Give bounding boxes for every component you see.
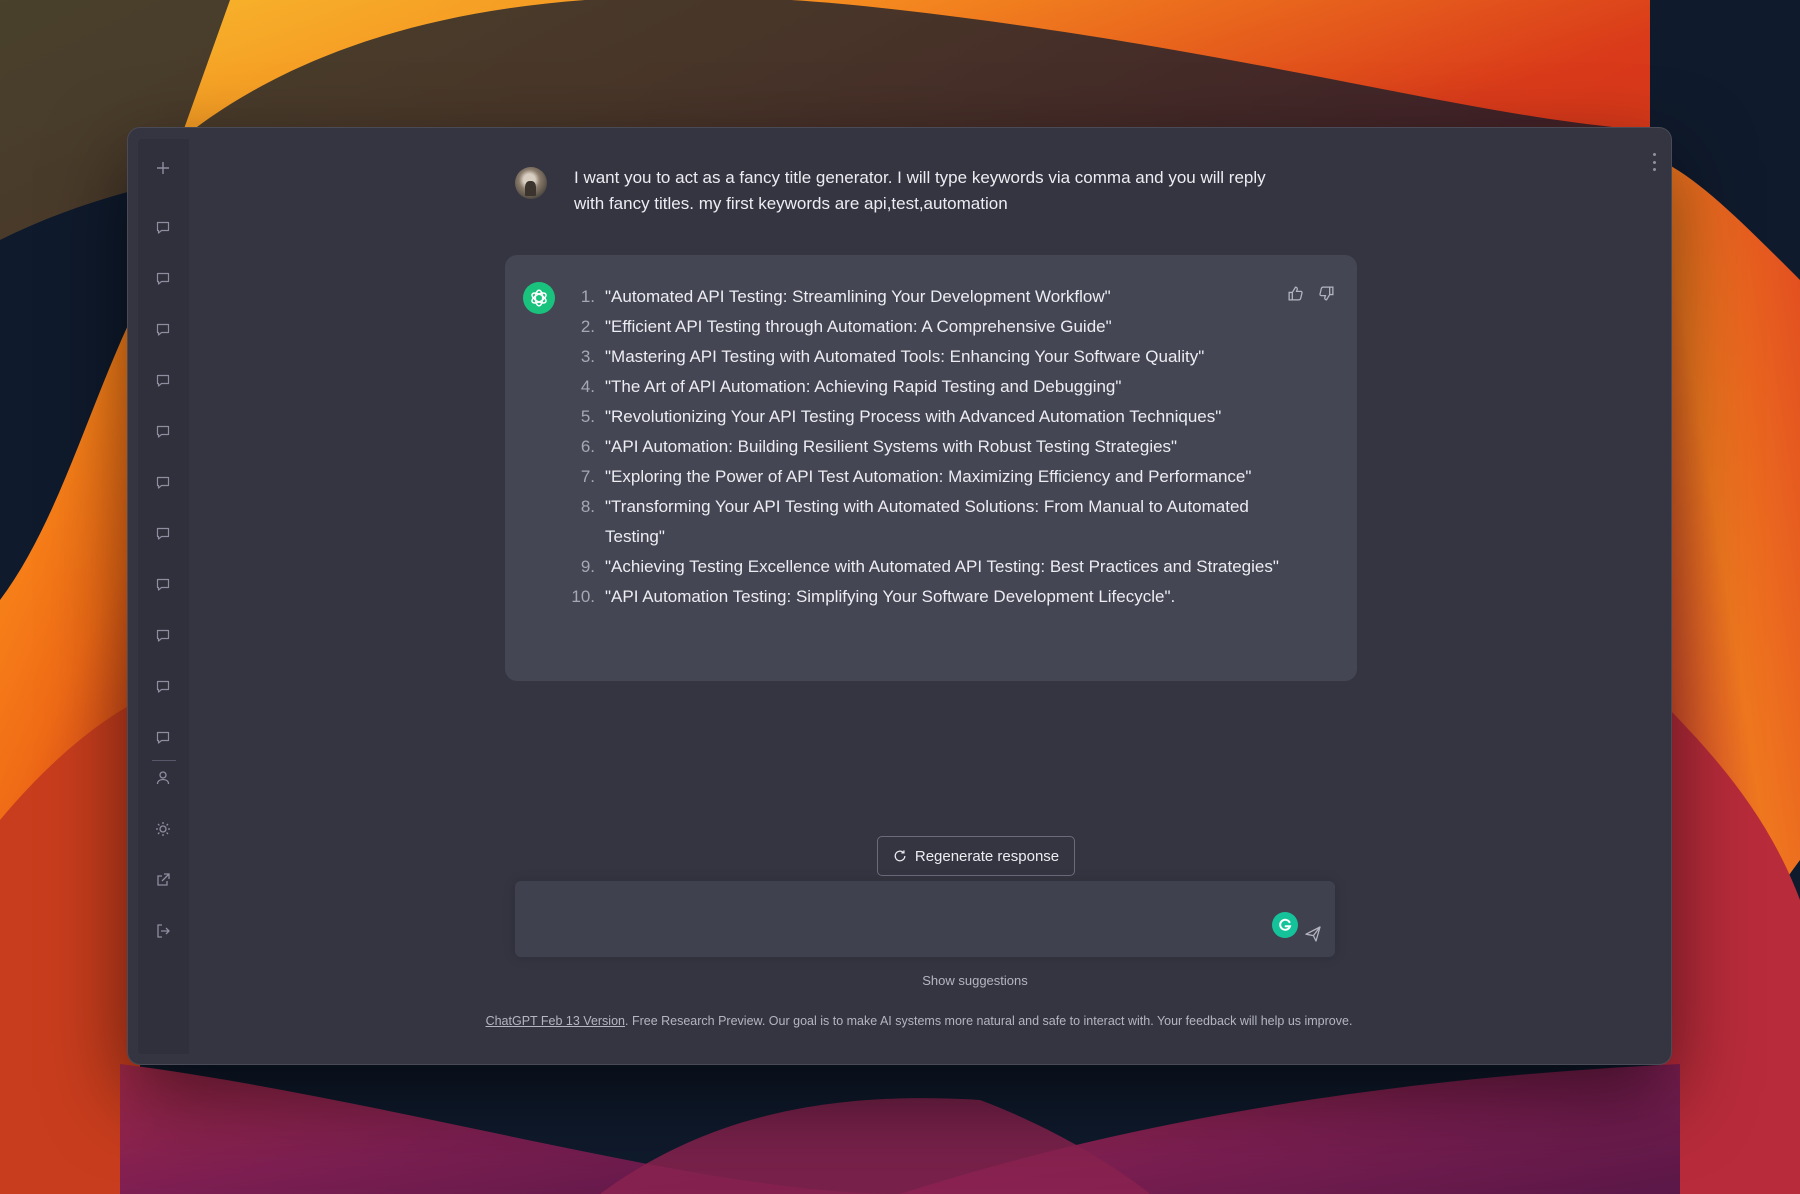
openai-knot-icon: [531, 289, 547, 307]
chatgpt-logo-icon: [523, 282, 555, 314]
chat-area: I want you to act as a fancy title gener…: [189, 139, 1661, 1054]
list-item-text: "API Automation Testing: Simplifying You…: [605, 587, 1176, 606]
refresh-icon: [894, 850, 906, 862]
chat-bubble-icon: [156, 272, 170, 285]
chat-bubble-icon: [156, 629, 170, 642]
list-item-number: 1.: [580, 287, 595, 306]
chat-bubble-icon: [156, 731, 170, 744]
footer-disclaimer: ChatGPT Feb 13 Version. Free Research Pr…: [409, 1014, 1429, 1028]
list-item-text: "Automated API Testing: Streamlining You…: [605, 287, 1111, 306]
list-item-number: 10.: [571, 587, 595, 606]
app-window: I want you to act as a fancy title gener…: [128, 128, 1671, 1064]
sidebar-conversation-10[interactable]: [150, 674, 176, 700]
thumbs-up-icon: [1288, 286, 1303, 301]
avatar: [515, 167, 547, 199]
list-item-number: 9.: [580, 557, 595, 576]
list-item-number: 4.: [580, 377, 595, 396]
list-item: 1. "Automated API Testing: Streamlining Y…: [565, 282, 1285, 312]
user-icon: [156, 771, 170, 785]
sidebar-conversation-5[interactable]: [150, 419, 176, 445]
chat-bubble-icon: [156, 425, 170, 438]
new-chat-button[interactable]: [150, 155, 176, 181]
sidebar-conversation-1[interactable]: [150, 215, 176, 241]
account-button[interactable]: [150, 765, 176, 791]
list-item: 2. "Efficient API Testing through Automat…: [565, 312, 1285, 342]
list-item-text: "Revolutionizing Your API Testing Proces…: [605, 407, 1222, 426]
sidebar-conversation-8[interactable]: [150, 572, 176, 598]
regenerate-response-label: Regenerate response: [914, 847, 1060, 865]
list-item-number: 3.: [580, 347, 595, 366]
user-message-text: I want you to act as a fancy title gener…: [574, 168, 1266, 213]
theme-toggle-button[interactable]: [150, 816, 176, 842]
list-item-text: "The Art of API Automation: Achieving Ra…: [605, 377, 1122, 396]
list-item: 4. "The Art of API Automation: Achieving …: [565, 372, 1285, 402]
list-item-text: "Transforming Your API Testing with Auto…: [605, 497, 1249, 546]
sidebar-conversation-6[interactable]: [150, 470, 176, 496]
list-item-number: 7.: [580, 467, 595, 486]
send-button[interactable]: [1304, 925, 1322, 943]
plus-icon: [157, 162, 169, 174]
chat-bubble-icon: [156, 680, 170, 693]
sidebar-conversation-3[interactable]: [150, 317, 176, 343]
sidebar-divider: [152, 760, 176, 761]
chat-bubble-icon: [156, 221, 170, 234]
sidebar-conversation-2[interactable]: [150, 266, 176, 292]
sidebar: [138, 139, 189, 1054]
list-item: 9. "Achieving Testing Excellence with Aut…: [565, 552, 1285, 582]
logout-button[interactable]: [150, 918, 176, 944]
list-item-text: "Mastering API Testing with Automated To…: [605, 347, 1205, 366]
sidebar-conversation-9[interactable]: [150, 623, 176, 649]
message-composer: [515, 881, 1335, 957]
list-item-number: 2.: [580, 317, 595, 336]
logout-icon: [157, 924, 170, 938]
window-menu-handle[interactable]: [1652, 153, 1656, 171]
list-item: 8. "Transforming Your API Testing with Au…: [565, 492, 1285, 552]
assistant-message: 1. "Automated API Testing: Streamlining Y…: [505, 255, 1357, 681]
list-item-number: 8.: [580, 497, 595, 516]
chat-bubble-icon: [156, 527, 170, 540]
list-item-text: "Exploring the Power of API Test Automat…: [605, 467, 1252, 486]
footer-text: . Free Research Preview. Our goal is to …: [625, 1014, 1353, 1028]
external-link-icon: [157, 873, 170, 886]
show-suggestions-link[interactable]: Show suggestions: [875, 973, 1075, 988]
title-list: 1. "Automated API Testing: Streamlining Y…: [565, 282, 1285, 612]
list-item: 3. "Mastering API Testing with Automated …: [565, 342, 1285, 372]
thumbs-down-icon: [1319, 286, 1334, 301]
version-link[interactable]: ChatGPT Feb 13 Version: [486, 1014, 625, 1028]
chat-bubble-icon: [156, 323, 170, 336]
sidebar-conversation-4[interactable]: [150, 368, 176, 394]
grammarly-button[interactable]: [1272, 912, 1298, 938]
list-item-text: "API Automation: Building Resilient Syst…: [605, 437, 1178, 456]
message-input[interactable]: [533, 899, 1257, 943]
app-frame: I want you to act as a fancy title gener…: [138, 139, 1661, 1054]
chat-bubble-icon: [156, 476, 170, 489]
list-item: 7. "Exploring the Power of API Test Autom…: [565, 462, 1285, 492]
thumbs-down-button[interactable]: [1318, 285, 1335, 302]
feedback-controls: [1287, 285, 1335, 302]
sidebar-conversation-11[interactable]: [150, 725, 176, 751]
chat-bubble-icon: [156, 578, 170, 591]
list-item-number: 6.: [580, 437, 595, 456]
list-item-text: "Efficient API Testing through Automatio…: [605, 317, 1112, 336]
sun-icon: [156, 822, 170, 836]
regenerate-response-button[interactable]: Regenerate response: [877, 836, 1075, 876]
list-item-number: 5.: [580, 407, 595, 426]
updates-faq-button[interactable]: [150, 867, 176, 893]
sidebar-conversation-7[interactable]: [150, 521, 176, 547]
send-icon: [1305, 926, 1321, 942]
thumbs-up-button[interactable]: [1287, 285, 1304, 302]
list-item: 10. "API Automation Testing: Simplifying …: [565, 582, 1285, 612]
list-item: 6. "API Automation: Building Resilient Sy…: [565, 432, 1285, 462]
chat-bubble-icon: [156, 374, 170, 387]
list-item: 5. "Revolutionizing Your API Testing Proc…: [565, 402, 1285, 432]
grammarly-icon: [1279, 918, 1292, 931]
list-item-text: "Achieving Testing Excellence with Autom…: [605, 557, 1279, 576]
